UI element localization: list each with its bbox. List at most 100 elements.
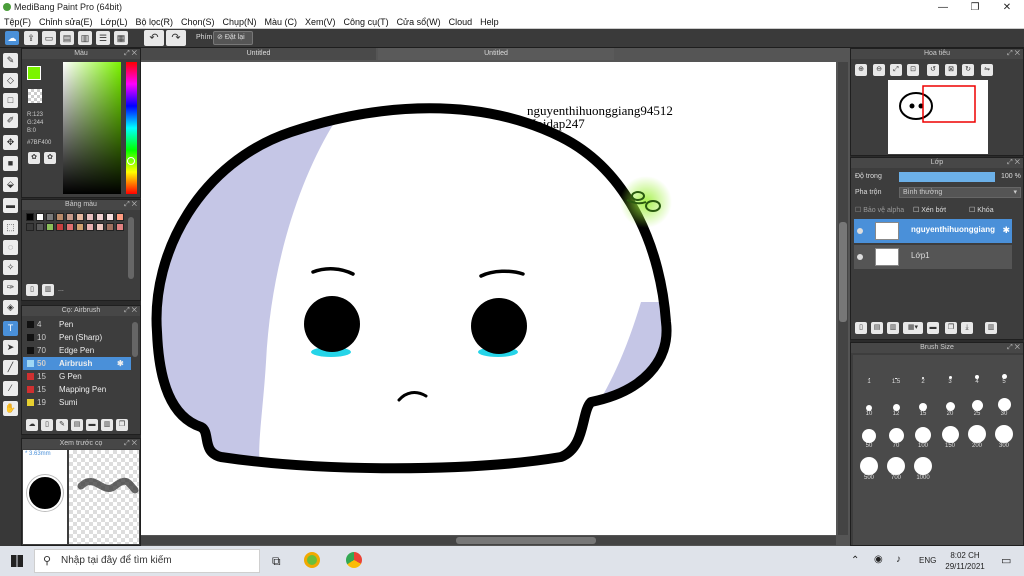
- fit-icon[interactable]: ⤢: [890, 64, 902, 76]
- brush-size-option[interactable]: 70: [883, 423, 909, 453]
- file-icon[interactable]: ▥: [78, 31, 92, 45]
- menu-layer[interactable]: Lớp(L): [97, 15, 132, 29]
- cloud-icon[interactable]: ☁: [5, 31, 19, 45]
- palette-more[interactable]: ...: [58, 286, 64, 293]
- chevron-up-icon[interactable]: ⌃: [851, 555, 859, 566]
- eyedropper-tool-icon[interactable]: ⁄: [3, 381, 18, 396]
- divide-tool-icon[interactable]: ╱: [3, 360, 18, 375]
- trash-icon[interactable]: ▥: [101, 419, 113, 431]
- palette-swatch[interactable]: [46, 213, 54, 221]
- foreground-color-swatch[interactable]: [27, 66, 41, 80]
- chrome-taskbar-icon[interactable]: [346, 552, 362, 568]
- blend-mode-select[interactable]: Bình thường ▾: [899, 187, 1021, 198]
- share-icon[interactable]: ⇪: [24, 31, 38, 45]
- palette-swatch[interactable]: [106, 213, 114, 221]
- hue-slider[interactable]: [126, 62, 137, 194]
- notifications-icon[interactable]: ▭: [1001, 554, 1011, 567]
- saturation-value-picker[interactable]: [63, 62, 121, 194]
- text-tool-icon[interactable]: T: [3, 321, 18, 336]
- lock-checkbox[interactable]: ☐ Khóa: [969, 206, 994, 214]
- menu-tools[interactable]: Công cụ(T): [340, 15, 393, 29]
- brush-size-option[interactable]: 50: [856, 423, 882, 453]
- select-pen-tool-icon[interactable]: ✑: [3, 280, 18, 295]
- reset-rotation-icon[interactable]: ⊠: [945, 64, 957, 76]
- layer-row[interactable]: Lớp1: [854, 245, 1012, 269]
- eraser-tool-icon[interactable]: ◇: [3, 73, 18, 88]
- pen-tool-icon[interactable]: ✐: [3, 113, 18, 128]
- hand-tool-icon[interactable]: ✋: [3, 401, 18, 416]
- task-view-icon[interactable]: ⧉: [272, 554, 281, 569]
- delete-layer-icon[interactable]: ▥: [985, 322, 997, 334]
- select-eraser-tool-icon[interactable]: ◈: [3, 300, 18, 315]
- brush-size-option[interactable]: 2: [910, 359, 936, 389]
- folder-icon[interactable]: ▬: [927, 322, 939, 334]
- palette-swatch[interactable]: [116, 223, 124, 231]
- menu-help[interactable]: Help: [476, 15, 503, 29]
- expand-icon[interactable]: ⤢ ✕: [124, 306, 137, 316]
- brush-item[interactable]: 10 Pen (Sharp): [23, 331, 131, 344]
- brush-size-option[interactable]: 20: [937, 391, 963, 421]
- brush-tool-icon[interactable]: ✎: [3, 53, 18, 68]
- volume-icon[interactable]: ♪: [896, 554, 901, 565]
- medibang-taskbar-icon[interactable]: [304, 552, 320, 568]
- vertical-scrollbar[interactable]: [838, 62, 848, 535]
- palette-swatch[interactable]: [46, 223, 54, 231]
- duplicate-icon[interactable]: ❐: [116, 419, 128, 431]
- operation-tool-icon[interactable]: ➤: [3, 340, 18, 355]
- list-icon[interactable]: ☰: [96, 31, 110, 45]
- palette-swatch[interactable]: [86, 213, 94, 221]
- clock[interactable]: 8:02 CH 29/11/2021: [943, 550, 987, 572]
- page-icon[interactable]: ▤: [60, 31, 74, 45]
- expand-icon[interactable]: ⤢ ✕: [124, 439, 137, 449]
- brush-item-selected[interactable]: 50 Airbrush ✱: [23, 357, 131, 370]
- brush-settings-icon[interactable]: ✎: [56, 419, 68, 431]
- brush-size-option[interactable]: 3: [937, 359, 963, 389]
- comment-icon[interactable]: ▭: [42, 31, 56, 45]
- palette-swatch[interactable]: [96, 213, 104, 221]
- rotate-left-icon[interactable]: ↺: [927, 64, 939, 76]
- gradient-tool-icon[interactable]: ▬: [3, 198, 18, 213]
- brush-size-option[interactable]: 700: [883, 455, 909, 485]
- palette-swatch[interactable]: [76, 213, 84, 221]
- brush-size-option[interactable]: 200: [964, 423, 990, 453]
- palette-swatch[interactable]: [36, 213, 44, 221]
- brush-size-option[interactable]: 150: [937, 423, 963, 453]
- new-brush-icon[interactable]: ▯: [41, 419, 53, 431]
- reset-button[interactable]: ⊘ Đặt lại: [213, 31, 253, 45]
- menu-filter[interactable]: Bộ lọc(R): [131, 15, 177, 29]
- new-layer-icon[interactable]: ▯: [855, 322, 867, 334]
- menu-snap[interactable]: Chụp(N): [219, 15, 261, 29]
- flip-icon[interactable]: ⇋: [981, 64, 993, 76]
- new-palette-icon[interactable]: ▯: [26, 284, 38, 296]
- merge-down-icon[interactable]: ⤓: [961, 322, 973, 334]
- language-indicator[interactable]: ENG: [919, 556, 936, 565]
- menu-cloud[interactable]: Cloud: [445, 15, 477, 29]
- palette-icon[interactable]: ✿: [28, 152, 40, 164]
- palette-swatch[interactable]: [26, 223, 34, 231]
- lasso-tool-icon[interactable]: ◌: [3, 240, 18, 255]
- menu-edit[interactable]: Chỉnh sửa(E): [35, 15, 97, 29]
- copy-brush-icon[interactable]: ▤: [71, 419, 83, 431]
- expand-icon[interactable]: ⤢ ✕: [124, 49, 137, 59]
- windows-start-icon[interactable]: [11, 555, 23, 567]
- layer-row-selected[interactable]: nguyenthihuonggiang ✱: [854, 219, 1012, 243]
- expand-icon[interactable]: ⤢ ✕: [1007, 158, 1020, 168]
- redo-button[interactable]: ↷: [166, 30, 186, 46]
- palette-swatch[interactable]: [96, 223, 104, 231]
- actual-size-icon[interactable]: ⊡: [907, 64, 919, 76]
- visibility-icon[interactable]: [857, 228, 863, 234]
- menu-view[interactable]: Xem(V): [301, 15, 340, 29]
- select-tool-icon[interactable]: ⬚: [3, 220, 18, 235]
- horizontal-scrollbar[interactable]: [141, 536, 836, 545]
- new-halftone-layer-icon[interactable]: ▤: [871, 322, 883, 334]
- expand-icon[interactable]: ⤢ ✕: [124, 200, 137, 210]
- clipping-checkbox[interactable]: ☐ Xén bớt: [913, 206, 946, 214]
- palette-swatch[interactable]: [86, 223, 94, 231]
- brush-size-option[interactable]: 4: [964, 359, 990, 389]
- brush-size-option[interactable]: 1.5: [883, 359, 909, 389]
- brush-item[interactable]: 15 Mapping Pen: [23, 383, 131, 396]
- palette-swatch[interactable]: [26, 213, 34, 221]
- navigator-thumbnail[interactable]: [888, 80, 988, 154]
- new-8bit-layer-icon[interactable]: ▥: [887, 322, 899, 334]
- gear-icon[interactable]: ✱: [1002, 225, 1010, 236]
